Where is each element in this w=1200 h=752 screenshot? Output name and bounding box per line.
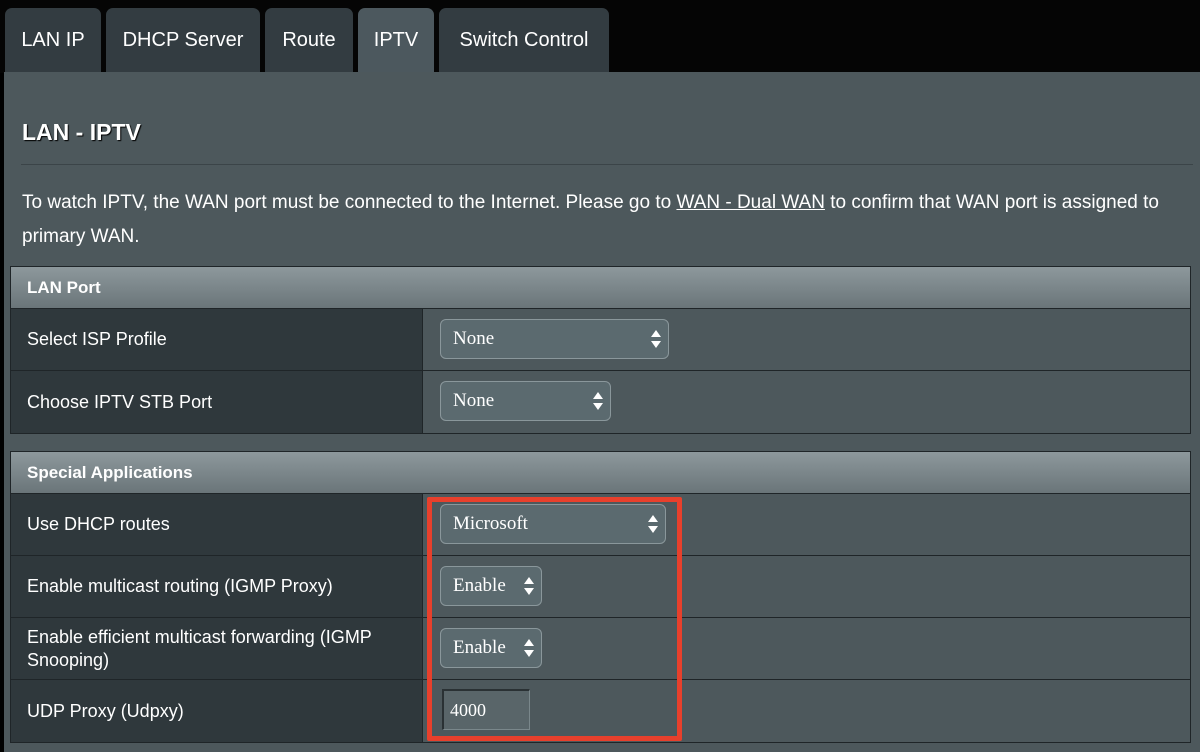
igmp-snooping-select[interactable]: Enable [440,628,542,668]
select-arrows-icon [648,514,658,534]
lan-port-table: LAN Port Select ISP Profile None Choose … [10,266,1191,434]
special-applications-table: Special Applications Use DHCP routes Mic… [10,451,1191,743]
udp-proxy-cell: 4000 [424,680,1190,742]
wan-dual-wan-link[interactable]: WAN - Dual WAN [676,192,824,213]
dhcp-routes-row: Use DHCP routes Microsoft [11,494,1190,556]
igmp-snooping-cell: Enable [424,618,1190,679]
select-arrows-icon [524,638,534,658]
tab-switch-control[interactable]: Switch Control [439,8,609,73]
multicast-routing-value: Enable [453,575,506,596]
multicast-routing-select[interactable]: Enable [440,566,542,606]
isp-profile-row: Select ISP Profile None [11,309,1190,371]
udp-proxy-label: UDP Proxy (Udpxy) [11,680,423,742]
multicast-routing-label: Enable multicast routing (IGMP Proxy) [11,556,423,617]
tab-route[interactable]: Route [265,8,353,73]
router-settings-page: LAN IP DHCP Server Route IPTV Switch Con… [0,0,1200,752]
isp-profile-cell: None [424,309,1190,370]
igmp-snooping-row: Enable efficient multicast forwarding (I… [11,618,1190,680]
multicast-routing-row: Enable multicast routing (IGMP Proxy) En… [11,556,1190,618]
isp-profile-label: Select ISP Profile [11,309,423,370]
special-applications-header: Special Applications [11,452,1190,494]
stb-port-value: None [453,390,495,411]
dhcp-routes-select[interactable]: Microsoft [440,504,666,544]
udp-proxy-row: UDP Proxy (Udpxy) 4000 [11,680,1190,742]
igmp-snooping-label: Enable efficient multicast forwarding (I… [11,618,423,679]
multicast-routing-cell: Enable [424,556,1190,617]
lan-port-header: LAN Port [11,267,1190,309]
stb-port-label: Choose IPTV STB Port [11,371,423,433]
dhcp-routes-value: Microsoft [453,513,528,534]
tab-iptv[interactable]: IPTV [358,8,434,73]
dhcp-routes-cell: Microsoft [424,494,1190,555]
description-text: To watch IPTV, the WAN port must be conn… [22,192,677,213]
page-title: LAN - IPTV [22,119,141,145]
page-description: To watch IPTV, the WAN port must be conn… [22,186,1192,254]
isp-profile-select[interactable]: None [440,319,669,359]
stb-port-row: Choose IPTV STB Port None [11,371,1190,433]
tab-bar: LAN IP DHCP Server Route IPTV Switch Con… [0,0,1200,73]
igmp-snooping-value: Enable [453,637,506,658]
select-arrows-icon [593,391,603,411]
stb-port-cell: None [424,371,1190,433]
dhcp-routes-label: Use DHCP routes [11,494,423,555]
tab-dhcp-server[interactable]: DHCP Server [106,8,260,73]
tab-lan-ip[interactable]: LAN IP [5,8,101,73]
udp-proxy-input[interactable]: 4000 [442,689,530,730]
isp-profile-value: None [453,328,495,349]
select-arrows-icon [651,329,661,349]
stb-port-select[interactable]: None [440,381,611,421]
select-arrows-icon [524,576,534,596]
title-divider [21,164,1193,165]
